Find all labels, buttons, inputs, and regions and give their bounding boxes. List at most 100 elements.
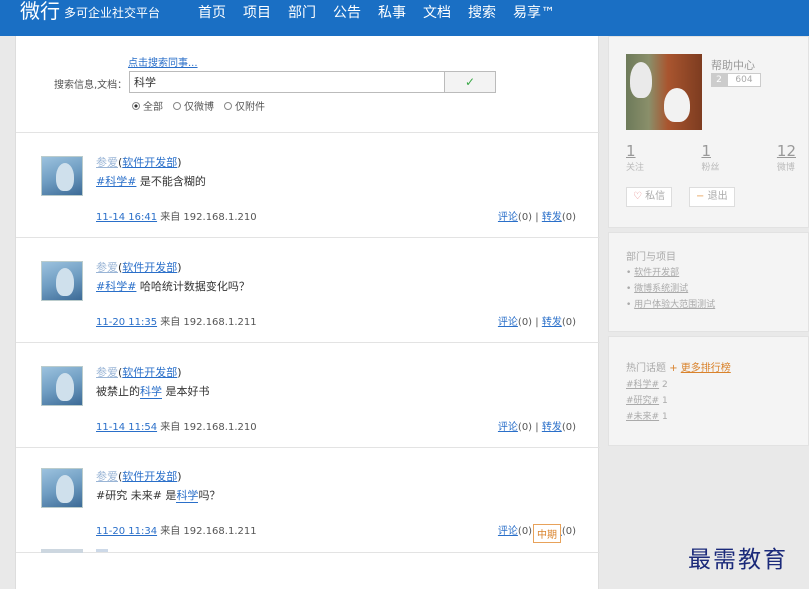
- post-time[interactable]: 11-20 11:35: [96, 317, 157, 328]
- stat-following[interactable]: 1 关注: [626, 142, 644, 173]
- feed-item: 参爱(软件开发部) #科学# 是不能含糊的 11-14 16:41 来自 192…: [16, 133, 600, 238]
- comment-link[interactable]: 评论: [498, 317, 518, 328]
- search-submit-button[interactable]: ✓: [444, 71, 496, 93]
- post-author: 参爱(软件开发部): [96, 366, 182, 379]
- search-panel: 点击搜索同事... 搜索信息,文档： ✓ 全部 仅微博 仅附件: [16, 36, 600, 133]
- post-author: 参爱(软件开发部): [96, 470, 182, 483]
- author-name[interactable]: 参爱: [96, 261, 118, 274]
- post-actions: 评论(0) | 转发(0): [497, 212, 576, 223]
- forward-link[interactable]: 转发: [542, 317, 562, 328]
- nav-announcements[interactable]: 公告: [333, 2, 361, 22]
- author-dept[interactable]: 软件开发部: [122, 261, 177, 274]
- dept-item[interactable]: 用户体验大范围测试: [634, 300, 715, 310]
- post-content: #科学# 哈哈统计数据变化吗？: [96, 280, 250, 293]
- feed-item: 参爱(软件开发部) 被禁止的科学 是本好书 11-14 11:54 来自 192…: [16, 343, 600, 448]
- topic-link[interactable]: #科学#: [96, 280, 136, 293]
- app-tagline: 多可企业社交平台: [64, 6, 161, 20]
- post-source: 来自 192.168.1.211: [160, 317, 257, 328]
- stat-posts[interactable]: 12 微博: [777, 142, 796, 173]
- hot-topics-panel: 热门话题 + 更多排行榜 #科学# 2 #研究# 1 #未来# 1: [608, 336, 809, 446]
- nav-home[interactable]: 首页: [198, 2, 226, 22]
- checkmark-icon: ✓: [464, 75, 476, 89]
- top-nav-bar: 微行 多可企业社交平台 首页 项目 部门 公告 私事 文档 搜索 易享™: [0, 0, 809, 36]
- forward-link[interactable]: 转发: [542, 422, 562, 433]
- dept-project-panel: 部门与项目 • 软件开发部 • 微博系统测试 • 用户体验大范围测试: [608, 232, 809, 332]
- author-name[interactable]: 参爱: [96, 470, 118, 483]
- nav-search[interactable]: 搜索: [468, 2, 496, 22]
- search-input[interactable]: [129, 71, 455, 93]
- feed-item: 参爱(软件开发部) #科学# 哈哈统计数据变化吗？ 11-20 11:35 来自…: [16, 238, 600, 343]
- mini-stats: 2 604: [711, 73, 761, 87]
- author-name[interactable]: [96, 549, 108, 552]
- radio-all[interactable]: 全部: [132, 98, 163, 113]
- main-nav: 首页 项目 部门 公告 私事 文档 搜索 易享™: [198, 2, 572, 22]
- post-content: #科学# 是不能含糊的: [96, 175, 206, 188]
- post-time[interactable]: 11-20 11:34: [96, 526, 157, 537]
- search-colleagues-link[interactable]: 点击搜索同事...: [128, 54, 198, 69]
- status-badge: 中期: [533, 524, 561, 543]
- post-actions: 评论(0) | 转发(0): [497, 317, 576, 328]
- hot-topic-item[interactable]: #科学#: [626, 380, 659, 390]
- post-content: 被禁止的科学 是本好书: [96, 385, 210, 399]
- post-source: 来自 192.168.1.210: [160, 422, 257, 433]
- radio-dot-icon: [132, 101, 140, 110]
- avatar[interactable]: [41, 468, 83, 508]
- post-content: #研究 未来# 是科学吗？: [96, 489, 221, 503]
- topic-link[interactable]: #科学#: [96, 175, 136, 188]
- dept-item[interactable]: 微博系统测试: [634, 284, 688, 294]
- post-time[interactable]: 11-14 11:54: [96, 422, 157, 433]
- app-logo[interactable]: 微行: [20, 0, 60, 22]
- search-scope-radios: 全部 仅微博 仅附件: [132, 98, 275, 113]
- nav-documents[interactable]: 文档: [423, 2, 451, 22]
- heart-icon: ♡: [633, 191, 642, 202]
- nav-yixiang[interactable]: 易享™: [513, 2, 555, 22]
- avatar[interactable]: [41, 366, 83, 406]
- post-meta: 11-14 11:54 来自 192.168.1.210: [96, 418, 257, 433]
- hot-topic-list: #科学# 2 #研究# 1 #未来# 1: [626, 380, 668, 422]
- post-time[interactable]: 11-14 16:41: [96, 212, 157, 223]
- author-dept[interactable]: 软件开发部: [122, 366, 177, 379]
- avatar[interactable]: [41, 261, 83, 301]
- main-content: 点击搜索同事... 搜索信息,文档： ✓ 全部 仅微博 仅附件 参爱(软件开发部…: [15, 36, 600, 589]
- stat-followers[interactable]: 1 粉丝: [701, 142, 719, 173]
- keyword-highlight: 科学: [176, 489, 199, 503]
- dept-item[interactable]: 软件开发部: [634, 268, 679, 278]
- nav-projects[interactable]: 项目: [243, 2, 271, 22]
- author-name[interactable]: 参爱: [96, 366, 118, 379]
- hot-topic-item[interactable]: #研究#: [626, 396, 659, 406]
- post-meta: 11-20 11:35 来自 192.168.1.211: [96, 313, 257, 328]
- radio-attachment-only[interactable]: 仅附件: [224, 98, 265, 113]
- message-button[interactable]: ♡ 私信: [626, 187, 673, 207]
- plus-icon: +: [669, 363, 678, 374]
- profile-card: 帮助中心 2 604 1 关注 1 粉丝 12 微博 ♡ 私信 − 退出: [608, 36, 809, 228]
- profile-stats: 1 关注 1 粉丝 12 微博: [626, 142, 796, 173]
- feed-item: 参爱(软件开发部) #研究 未来# 是科学吗？ 11-20 11:34 来自 1…: [16, 448, 600, 553]
- hot-topic-item[interactable]: #未来#: [626, 412, 659, 422]
- post-meta: 11-14 16:41 来自 192.168.1.210: [96, 208, 257, 223]
- author-dept[interactable]: 软件开发部: [122, 470, 177, 483]
- hot-topics-title: 热门话题 + 更多排行榜: [626, 363, 731, 374]
- profile-avatar[interactable]: [626, 54, 702, 130]
- radio-dot-icon: [224, 101, 232, 110]
- author-dept[interactable]: 软件开发部: [122, 156, 177, 169]
- comment-link[interactable]: 评论: [498, 526, 518, 537]
- post-meta: 11-20 11:34 来自 192.168.1.211: [96, 522, 257, 537]
- author-name[interactable]: 参爱: [96, 156, 118, 169]
- comment-link[interactable]: 评论: [498, 212, 518, 223]
- avatar[interactable]: [41, 156, 83, 196]
- avatar[interactable]: [41, 549, 83, 553]
- more-rankings-link[interactable]: 更多排行榜: [681, 363, 731, 374]
- radio-weibo-only[interactable]: 仅微博: [173, 98, 214, 113]
- radio-dot-icon: [173, 101, 181, 110]
- sidebar: 帮助中心 2 604 1 关注 1 粉丝 12 微博 ♡ 私信 − 退出 部门与项目 …: [608, 36, 809, 446]
- logout-button[interactable]: − 退出: [689, 187, 735, 207]
- post-source: 来自 192.168.1.211: [160, 526, 257, 537]
- comment-link[interactable]: 评论: [498, 422, 518, 433]
- dept-list: • 软件开发部 • 微博系统测试 • 用户体验大范围测试: [626, 268, 716, 310]
- minus-icon: −: [696, 191, 705, 202]
- forward-link[interactable]: 转发: [542, 212, 562, 223]
- nav-departments[interactable]: 部门: [288, 2, 316, 22]
- nav-private[interactable]: 私事: [378, 2, 406, 22]
- search-label: 搜索信息,文档：: [54, 80, 128, 91]
- help-center-link[interactable]: 帮助中心: [711, 57, 755, 73]
